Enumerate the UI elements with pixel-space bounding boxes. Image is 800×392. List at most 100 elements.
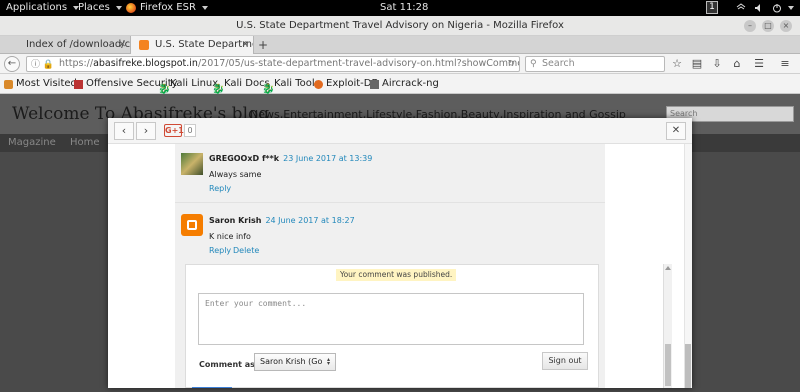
url-host: abasifreke.blogspot.in [93, 58, 198, 69]
bookmark-most-visited[interactable]: Most Visited [4, 74, 77, 94]
avatar[interactable] [181, 214, 203, 236]
bookmark-label: Most Visited [16, 78, 77, 89]
home-icon[interactable]: ⌂ [730, 57, 744, 71]
comment-date[interactable]: 23 June 2017 at 13:39 [283, 154, 372, 163]
close-tab-icon[interactable]: ✕ [118, 36, 126, 54]
comments-lightbox: ‹ › G+1 0 ✕ GREGOOxD f**k 23 June 2017 at… [108, 118, 692, 388]
offsec-icon [74, 79, 83, 89]
url-path: /2017/05/us-state-department-travel-advi… [197, 58, 519, 69]
url-bar[interactable]: ⓘ 🔒 https://abasifreke.blogspot.in/2017/… [26, 56, 520, 72]
search-icon: ⚲ [530, 59, 537, 69]
kali-icon: 🐉 [212, 83, 225, 95]
scroll-up-icon[interactable] [665, 266, 671, 270]
places-label: Places [78, 2, 110, 13]
bookmark-label: Kali Linux [170, 78, 219, 89]
url-prefix: https:// [59, 58, 94, 69]
window-title-bar: U.S. State Department Travel Advisory on… [0, 16, 800, 36]
reading-list-icon[interactable]: ▤ [690, 57, 704, 71]
hamburger-menu-icon[interactable]: ≡ [778, 57, 792, 71]
author-name: GREGOOxD f**k [209, 154, 280, 163]
applications-menu[interactable]: Applications [6, 2, 80, 13]
chevron-down-icon[interactable] [788, 6, 794, 10]
network-icon[interactable] [736, 3, 746, 13]
maximize-button[interactable]: □ [762, 20, 774, 32]
tab-state-department[interactable]: U.S. State Departmen... ✕ [130, 36, 254, 54]
delete-link[interactable]: Delete [233, 246, 259, 255]
tab-label: Index of /download/c... [26, 39, 130, 50]
nav-magazine[interactable]: Magazine [8, 134, 56, 152]
exploit-icon [314, 79, 323, 89]
close-window-button[interactable]: × [780, 20, 792, 32]
pocket-icon[interactable]: ☰ [752, 57, 766, 71]
search-placeholder: Search [542, 58, 575, 69]
tab-strip: Index of /download/c... ✕ U.S. State Dep… [0, 36, 800, 54]
blogger-icon [187, 220, 197, 230]
downloads-icon[interactable]: ⇩ [710, 57, 724, 71]
comment-input[interactable]: Enter your comment... [198, 293, 584, 345]
clock[interactable]: Sat 11:28 [380, 2, 428, 13]
search-bar[interactable]: ⚲ Search [525, 56, 665, 72]
sign-out-button[interactable]: Sign out [542, 352, 588, 370]
bookmark-star-icon[interactable]: ☆ [670, 57, 684, 71]
navigation-toolbar: ← ⓘ 🔒 https://abasifreke.blogspot.in/201… [0, 54, 800, 74]
publish-button[interactable] [192, 387, 232, 388]
minimize-button[interactable]: – [744, 20, 756, 32]
blogger-favicon-icon [139, 40, 149, 50]
new-tab-button[interactable]: + [258, 36, 268, 54]
tab-label: U.S. State Departmen... [155, 39, 253, 50]
gplus-count: 0 [184, 124, 196, 137]
chevron-down-icon [201, 5, 208, 10]
select-arrows-icon: ▴ ▾ [327, 356, 331, 367]
comment-date[interactable]: 24 June 2017 at 18:27 [265, 216, 354, 225]
power-icon[interactable] [772, 3, 782, 13]
chevron-down-icon [115, 5, 122, 10]
workspace-indicator[interactable]: 1 [706, 1, 718, 14]
window-title: U.S. State Department Travel Advisory on… [236, 20, 564, 31]
comment-as-label: Comment as: [199, 360, 259, 369]
applications-label: Applications [6, 2, 68, 13]
bookmark-exploit-db[interactable]: Exploit-DB [314, 74, 378, 94]
back-button[interactable]: ← [4, 56, 20, 72]
bookmark-kali-tools[interactable]: 🐉 Kali Tools [262, 74, 320, 95]
prev-post-button[interactable]: ‹ [114, 122, 134, 140]
next-post-button[interactable]: › [136, 122, 156, 140]
places-menu[interactable]: Places [78, 2, 122, 13]
reply-link[interactable]: Reply [209, 184, 231, 193]
divider [175, 202, 605, 203]
aircrack-icon [370, 79, 379, 89]
comment-form: Your comment was published. Enter your c… [185, 264, 599, 388]
kali-icon: 🐉 [158, 83, 171, 95]
lightbox-scroll-thumb[interactable] [685, 344, 691, 388]
gnome-top-bar: Applications Places Firefox ESR Sat 11:2… [0, 0, 800, 16]
comments-panel: GREGOOxD f**k 23 June 2017 at 13:39 Alway… [108, 144, 692, 388]
close-lightbox-button[interactable]: ✕ [666, 122, 686, 140]
reply-link[interactable]: Reply [209, 246, 231, 255]
lightbox-toolbar: ‹ › G+1 0 ✕ [108, 118, 692, 144]
tab-index-download[interactable]: Index of /download/c... ✕ [2, 36, 130, 54]
comment-text: Always same [209, 170, 262, 179]
comment-author[interactable]: Saron Krish 24 June 2017 at 18:27 [209, 216, 355, 225]
firefox-icon [126, 2, 136, 13]
comment-thread: GREGOOxD f**k 23 June 2017 at 13:39 Alway… [175, 144, 672, 388]
gplus-button[interactable]: G+1 [164, 124, 184, 137]
avatar[interactable] [181, 153, 203, 175]
kali-icon: 🐉 [262, 83, 275, 95]
reload-icon[interactable]: ↻ [507, 57, 515, 71]
site-info-icon[interactable]: ⓘ 🔒 [31, 58, 54, 71]
bookmark-aircrack-ng[interactable]: Aircrack-ng [370, 74, 439, 94]
bookmark-kali-linux[interactable]: 🐉 Kali Linux [158, 74, 219, 95]
author-name: Saron Krish [209, 216, 262, 225]
identity-value: Saron Krish (Go [260, 357, 323, 366]
close-tab-icon[interactable]: ✕ [241, 36, 249, 54]
identity-select[interactable]: Saron Krish (Go ▴ ▾ [254, 353, 336, 371]
firefox-app-menu[interactable]: Firefox ESR [126, 2, 208, 13]
bookmark-label: Kali Tools [274, 78, 320, 89]
scroll-thumb[interactable] [665, 344, 671, 386]
bookmarks-toolbar: Most Visited Offensive Security 🐉 Kali L… [0, 74, 800, 95]
firefox-app-label: Firefox ESR [140, 2, 196, 13]
nav-home[interactable]: Home [70, 134, 100, 152]
form-scrollbar[interactable] [663, 264, 672, 388]
comment-author[interactable]: GREGOOxD f**k 23 June 2017 at 13:39 [209, 154, 372, 163]
volume-icon[interactable] [754, 3, 764, 13]
gear-icon [4, 79, 13, 89]
